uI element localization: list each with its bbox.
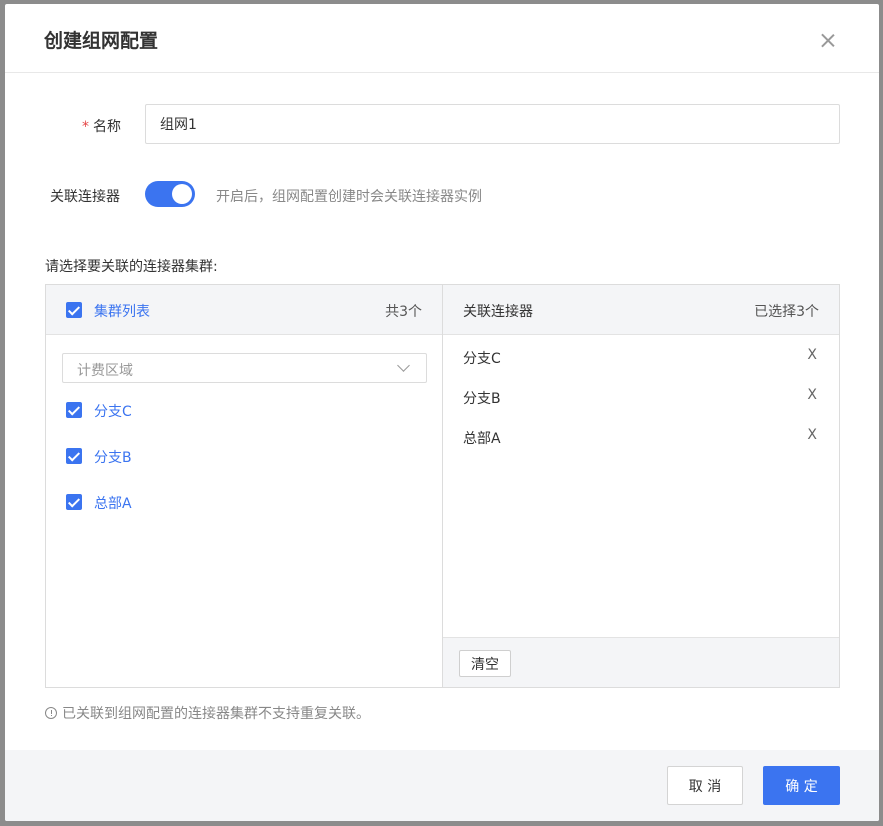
remove-icon[interactable]: X (807, 427, 817, 443)
cluster-list-title: 集群列表 (94, 304, 150, 320)
select-all-checkbox[interactable] (66, 302, 82, 318)
cluster-list-header: 集群列表 共3个 (46, 285, 442, 335)
notice-text: 已关联到组网配置的连接器集群不支持重复关联。 (45, 703, 370, 723)
cluster-count: 共3个 (385, 304, 422, 320)
dialog-footer: 取 消 确 定 (5, 750, 879, 821)
selected-connectors-panel: 关联连接器 已选择3个 分支C X 分支B X 总部A X 清空 (443, 285, 839, 687)
selected-connectors-header: 关联连接器 已选择3个 (443, 285, 839, 335)
billing-region-placeholder: 计费区域 (77, 363, 133, 379)
selected-item-label: 总部A (463, 431, 501, 447)
notice-message: 已关联到组网配置的连接器集群不支持重复关联。 (62, 706, 370, 722)
dialog-header: 创建组网配置 (5, 4, 879, 73)
toggle-knob (172, 184, 192, 204)
cluster-checkbox[interactable] (66, 448, 82, 464)
info-icon (45, 707, 57, 719)
cluster-list-panel: 集群列表 共3个 计费区域 分支C 分支B 总部A (46, 285, 443, 687)
dialog-title: 创建组网配置 (44, 30, 159, 52)
chevron-down-icon (397, 359, 410, 372)
selected-connectors-footer: 清空 (443, 637, 839, 687)
cluster-checkbox[interactable] (66, 494, 82, 510)
name-label-text: 名称 (93, 119, 121, 135)
connector-toggle[interactable] (145, 181, 195, 207)
remove-icon[interactable]: X (807, 387, 817, 403)
cluster-checkbox[interactable] (66, 402, 82, 418)
select-prompt: 请选择要关联的连接器集群: (45, 259, 218, 275)
connector-hint: 开启后，组网配置创建时会关联连接器实例 (216, 189, 482, 205)
confirm-button[interactable]: 确 定 (763, 766, 840, 805)
connector-label: 关联连接器 (50, 189, 120, 205)
cluster-item-label: 分支C (94, 404, 132, 420)
selected-item: 分支B X (443, 386, 839, 408)
clear-button[interactable]: 清空 (459, 650, 511, 677)
create-network-config-dialog: 创建组网配置 *名称 关联连接器 开启后，组网配置创建时会关联连接器实例 请选择… (5, 4, 879, 821)
selected-item-label: 分支C (463, 351, 501, 367)
selected-item: 分支C X (443, 346, 839, 368)
billing-region-select[interactable]: 计费区域 (62, 353, 427, 383)
required-mark: * (82, 119, 89, 135)
selected-count: 已选择3个 (754, 304, 819, 320)
cluster-transfer: 集群列表 共3个 计费区域 分支C 分支B 总部A 关联连接器 已选择3个 分支… (45, 284, 840, 688)
selected-item-label: 分支B (463, 391, 501, 407)
cancel-button[interactable]: 取 消 (667, 766, 743, 805)
name-label: * 名称 (82, 116, 121, 136)
cluster-item-label: 分支B (94, 450, 132, 466)
selected-connectors-title: 关联连接器 (463, 304, 533, 320)
cluster-item-label: 总部A (94, 496, 132, 512)
remove-icon[interactable]: X (807, 347, 817, 363)
close-icon[interactable] (817, 30, 839, 52)
name-input[interactable] (145, 104, 840, 144)
selected-item: 总部A X (443, 426, 839, 448)
